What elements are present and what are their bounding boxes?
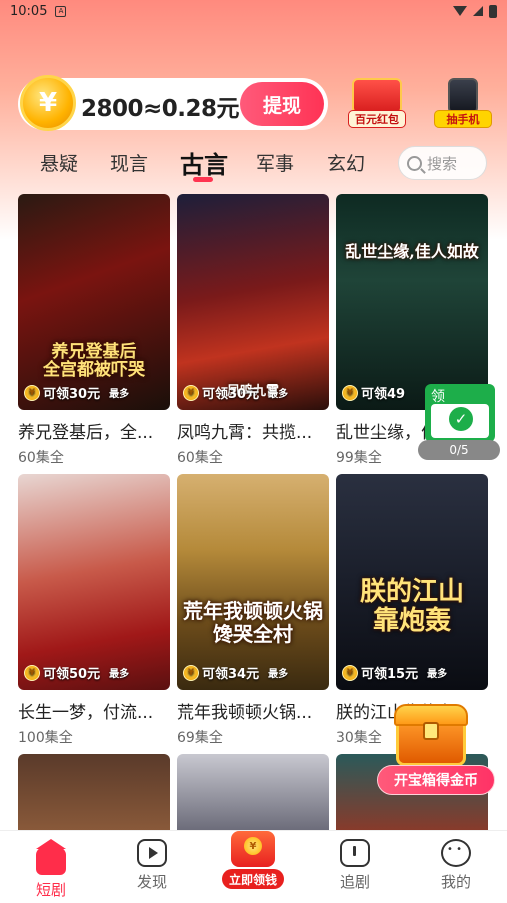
task-float-label: 领: [431, 389, 445, 405]
reward-suffix: 最多: [427, 669, 448, 680]
search-placeholder: 搜索: [427, 154, 458, 173]
reward-suffix: 最多: [109, 669, 130, 680]
coin-icon: ¥: [183, 664, 199, 681]
drama-poster[interactable]: ¥ 可领50元 最多: [18, 474, 170, 690]
withdraw-button[interactable]: 提现: [240, 82, 324, 126]
nav-label: 我的: [440, 873, 471, 891]
drama-poster[interactable]: [18, 754, 170, 832]
drama-poster[interactable]: 乱世尘缘,佳人如故 ¥ 可领49: [336, 194, 488, 410]
play-icon: [137, 839, 167, 867]
coin-balance-card[interactable]: ¥ 2800≈0.28元 提现: [18, 75, 328, 131]
task-float-widget[interactable]: 领 ✓: [425, 384, 495, 442]
poster-title-text: 乱世尘缘,佳人如故: [345, 242, 479, 261]
coin-icon: ¥: [244, 837, 262, 855]
drama-card[interactable]: [177, 754, 329, 832]
chest-lock-icon: [423, 722, 439, 740]
coin-icon: ¥: [20, 75, 76, 131]
drama-card[interactable]: 养兄登基后 全宫都被吓哭 ¥ 可领30元 最多 养兄登基后，全... 60集全: [18, 194, 170, 467]
drama-episodes: 69集全: [177, 730, 223, 746]
poster-title-text: 荒年我顿顿火锅 馋哭全村: [183, 599, 323, 646]
nav-item-following[interactable]: 追剧: [320, 839, 390, 892]
reward-suffix: 最多: [268, 389, 289, 400]
red-packet-icon: [352, 78, 402, 114]
red-packet-promo[interactable]: 百元红包: [344, 78, 410, 130]
drama-episodes: 60集全: [18, 450, 64, 466]
nav-item-claim-money[interactable]: ¥ 立即领钱: [222, 831, 284, 891]
drama-card[interactable]: 荒年我顿顿火锅 馋哭全村 ¥ 可领34元 最多 荒年我顿顿火锅... 69集全: [177, 474, 329, 747]
nav-label: 立即领钱: [222, 869, 284, 889]
drama-poster[interactable]: 朕的江山 靠炮轰 ¥ 可领15元 最多: [336, 474, 488, 690]
drama-card[interactable]: [18, 754, 170, 832]
reward-badge: ¥ 可领30元 最多: [183, 383, 288, 402]
battery-icon: [489, 4, 497, 18]
nav-item-short-drama[interactable]: 短剧: [16, 839, 86, 900]
phone-lottery-promo[interactable]: 抽手机: [430, 78, 496, 130]
signal-icon: [473, 6, 483, 16]
coin-icon: ¥: [342, 664, 358, 681]
tab-ancient-romance[interactable]: 古言: [180, 145, 228, 180]
reward-badge: ¥ 可领15元 最多: [342, 663, 447, 682]
drama-title: 长生一梦，付流...: [18, 703, 154, 723]
reward-text: 可领30元: [202, 387, 260, 402]
coin-balance-text: 2800≈0.28元: [81, 96, 240, 122]
coin-icon: ¥: [24, 664, 40, 681]
nav-label: 短剧: [35, 881, 66, 899]
red-packet-label: 百元红包: [348, 110, 406, 128]
drama-title: 养兄登基后，全...: [18, 423, 154, 443]
search-input[interactable]: 搜索: [398, 146, 487, 180]
nav-label: 发现: [136, 873, 167, 891]
coin-icon: ¥: [24, 384, 40, 401]
drama-title: 凤鸣九霄：共揽...: [177, 423, 313, 443]
reward-badge: ¥ 可领49: [342, 383, 405, 402]
tab-fantasy[interactable]: 玄幻: [327, 149, 365, 176]
tab-suspense[interactable]: 悬疑: [40, 149, 78, 176]
coin-icon: ¥: [183, 384, 199, 401]
nav-label: 追剧: [339, 873, 370, 891]
drama-card[interactable]: ¥ 可领50元 最多 长生一梦，付流... 100集全: [18, 474, 170, 747]
status-bar: 10:05 A: [0, 0, 507, 22]
drama-title: 荒年我顿顿火锅...: [177, 703, 313, 723]
reward-badge: ¥ 可领34元 最多: [183, 663, 288, 682]
reward-text: 可领15元: [361, 667, 419, 682]
open-treasure-button[interactable]: 开宝箱得金币: [377, 765, 495, 795]
search-icon: [407, 155, 422, 171]
wifi-icon: [453, 6, 467, 16]
nav-item-profile[interactable]: 我的: [421, 839, 491, 892]
drama-poster[interactable]: [177, 754, 329, 832]
reward-suffix: 最多: [268, 669, 289, 680]
task-float-inner: ✓: [431, 404, 489, 438]
face-icon: [441, 839, 471, 867]
treasure-chest[interactable]: [390, 700, 472, 768]
task-progress: 0/5: [418, 440, 500, 460]
drama-episodes: 60集全: [177, 450, 223, 466]
gift-icon: ¥: [231, 831, 275, 867]
active-tab-indicator: [193, 177, 213, 182]
notification-icon: A: [55, 5, 67, 17]
phone-lottery-label: 抽手机: [434, 110, 492, 128]
poster-title-text: 朕的江山 靠炮轰: [359, 577, 464, 636]
nav-item-discover[interactable]: 发现: [117, 839, 187, 892]
drama-poster[interactable]: 凤鸣九霄 ¥ 可领30元 最多: [177, 194, 329, 410]
reward-text: 可领49: [361, 387, 406, 402]
reward-badge: ¥ 可领30元 最多: [24, 383, 129, 402]
drama-card[interactable]: 凤鸣九霄 ¥ 可领30元 最多 凤鸣九霄：共揽... 60集全: [177, 194, 329, 467]
check-icon: ✓: [449, 407, 473, 431]
reward-text: 可领34元: [202, 667, 260, 682]
drama-episodes: 100集全: [18, 730, 73, 746]
coin-icon: ¥: [342, 384, 358, 401]
tab-modern-romance[interactable]: 现言: [110, 149, 148, 176]
bottom-nav: 短剧 发现 ¥ 立即领钱 追剧 我的: [0, 830, 507, 903]
reward-badge: ¥ 可领50元 最多: [24, 663, 129, 682]
drama-poster[interactable]: 养兄登基后 全宫都被吓哭 ¥ 可领30元 最多: [18, 194, 170, 410]
status-time: 10:05: [10, 3, 48, 19]
drama-poster[interactable]: 荒年我顿顿火锅 馋哭全村 ¥ 可领34元 最多: [177, 474, 329, 690]
poster-title-text: 养兄登基后 全宫都被吓哭: [43, 342, 145, 380]
clock-icon: [340, 839, 370, 867]
reward-suffix: 最多: [109, 389, 130, 400]
phone-icon: [448, 78, 478, 114]
reward-text: 可领50元: [43, 667, 101, 682]
tab-military[interactable]: 军事: [256, 149, 294, 176]
home-icon: [36, 839, 66, 875]
reward-text: 可领30元: [43, 387, 101, 402]
